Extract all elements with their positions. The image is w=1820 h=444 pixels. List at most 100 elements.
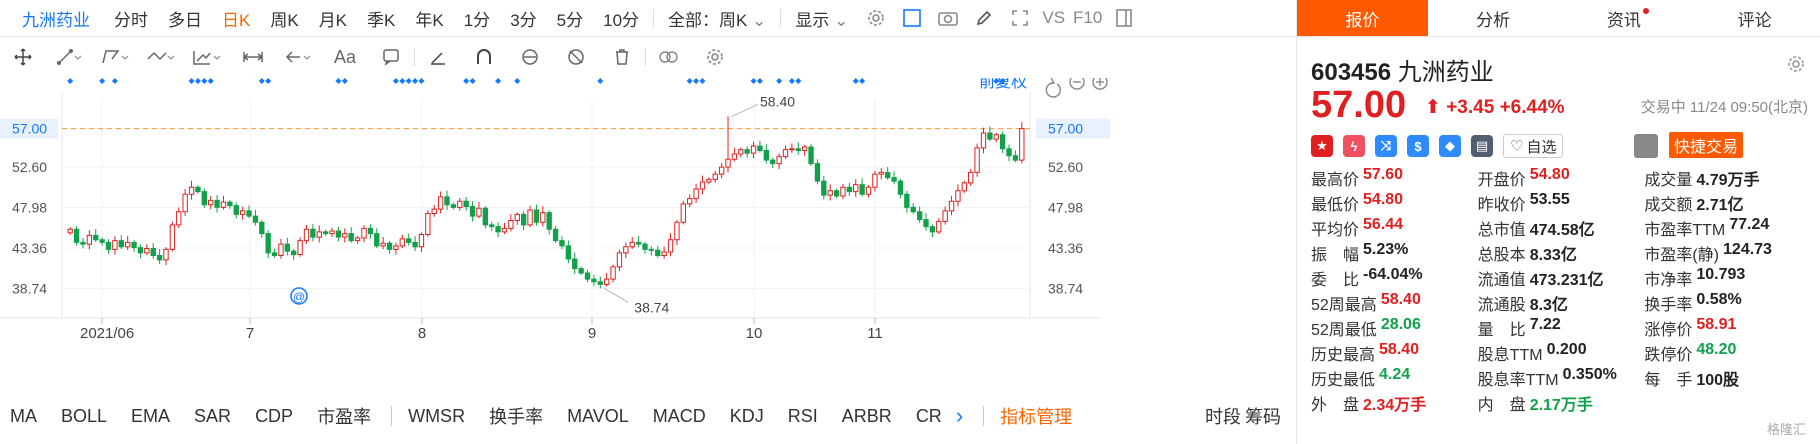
- draw-line-icon[interactable]: [423, 43, 453, 71]
- tab-duori[interactable]: 多日: [158, 6, 212, 31]
- vs-button[interactable]: VS: [1038, 8, 1069, 28]
- ind-wmsr[interactable]: WMSR: [408, 406, 465, 427]
- sidebar-toggle-icon[interactable]: [1110, 4, 1138, 32]
- bell-icon[interactable]: [1634, 134, 1658, 158]
- stat-cell: 流通值 473.231亿: [1478, 266, 1645, 290]
- month-label: 11: [867, 325, 883, 342]
- candle-body: [1012, 155, 1019, 161]
- ind-mavol[interactable]: MAVOL: [567, 406, 629, 427]
- candle-body: [540, 212, 546, 223]
- zoom-out-icon[interactable]: [1069, 74, 1085, 90]
- chart-canvas[interactable]: 前复权 2021/06 7 8 9 10 1138.74 38.7443.36 43.3647…: [0, 73, 1295, 394]
- badge-row: ★ ϟ ⤨ $ ◆ ▤ ♡ 自选: [1311, 134, 1564, 158]
- candle-body: [667, 239, 674, 253]
- crosshair-move-icon[interactable]: [8, 43, 38, 71]
- candle-body: [73, 228, 80, 243]
- drawing-settings-icon[interactable]: [700, 43, 730, 71]
- candle-body: [552, 228, 559, 242]
- candle-body: [968, 171, 974, 184]
- ind-sar[interactable]: SAR: [194, 406, 231, 427]
- stat-cell: 量 比 7.22: [1478, 316, 1645, 340]
- candle-body: [597, 281, 603, 285]
- range-tool-icon[interactable]: [238, 43, 268, 71]
- tab-comments[interactable]: 评论: [1689, 0, 1820, 36]
- tab-news[interactable]: 资讯: [1559, 0, 1690, 36]
- ind-rsi[interactable]: RSI: [788, 406, 818, 427]
- tab-rik[interactable]: 日K: [212, 6, 260, 31]
- stat-value: 7.22: [1529, 315, 1561, 333]
- candle-body: [227, 201, 233, 207]
- price-change: ⬆ +3.45 +6.44%: [1425, 96, 1565, 119]
- candle-body: [259, 221, 265, 235]
- candle-body: [572, 258, 578, 270]
- tab-zhouk[interactable]: 周K: [260, 6, 308, 31]
- dollar-icon: $: [1407, 135, 1429, 157]
- chips-button[interactable]: 筹码: [1245, 403, 1281, 429]
- stat-value: 77.24: [1729, 215, 1770, 233]
- line-tool-icon[interactable]: [54, 43, 84, 71]
- tab-1min[interactable]: 1分: [454, 6, 500, 31]
- tab-3min[interactable]: 3分: [500, 6, 546, 31]
- ind-turnover[interactable]: 换手率: [489, 403, 543, 429]
- arrow-left-tool-icon[interactable]: [284, 43, 314, 71]
- fullscreen-icon[interactable]: [1006, 4, 1034, 32]
- event-marker-icon: [514, 78, 521, 84]
- tab-5min[interactable]: 5分: [547, 6, 593, 31]
- settings-gear-icon[interactable]: [862, 4, 890, 32]
- display-menu[interactable]: 显示 ⌄: [785, 6, 858, 31]
- add-watchlist-button[interactable]: ♡ 自选: [1503, 134, 1564, 158]
- undo-icon[interactable]: [1045, 77, 1062, 98]
- hide-drawings-icon[interactable]: [561, 43, 591, 71]
- ind-boll[interactable]: BOLL: [61, 406, 107, 427]
- watermark-text: 格隆汇: [1766, 422, 1806, 437]
- zoom-in-icon[interactable]: [1092, 74, 1108, 90]
- ind-cr[interactable]: CR: [916, 406, 942, 427]
- stats-row: 外 盘 2.34万手内 盘 2.17万手: [1311, 390, 1811, 415]
- panel-settings-icon[interactable]: [1786, 54, 1806, 79]
- tab-jik[interactable]: 季K: [357, 6, 405, 31]
- ind-pe[interactable]: 市盈率: [317, 403, 371, 429]
- tab-fenshi[interactable]: 分时: [104, 6, 158, 31]
- camera-icon[interactable]: [934, 4, 962, 32]
- ind-kdj[interactable]: KDJ: [730, 406, 764, 427]
- candle-body: [648, 248, 655, 251]
- magnet-icon[interactable]: [469, 43, 499, 71]
- more-indicators-arrow-icon[interactable]: ›: [956, 403, 963, 429]
- ind-ma[interactable]: MA: [10, 406, 37, 427]
- trash-icon[interactable]: [607, 43, 637, 71]
- compare-icon[interactable]: [654, 43, 684, 71]
- tab-quote[interactable]: 报价: [1297, 0, 1428, 36]
- pencil-icon[interactable]: [970, 4, 998, 32]
- wave-tool-icon[interactable]: [146, 43, 176, 71]
- polyline-tool-icon[interactable]: [100, 43, 130, 71]
- candle-body: [687, 198, 693, 205]
- lock-toggle-icon[interactable]: [515, 43, 545, 71]
- candle-body: [118, 240, 124, 248]
- stock-name-link[interactable]: 九洲药业: [0, 6, 104, 31]
- ind-cdp[interactable]: CDP: [255, 406, 293, 427]
- checkbox-square-icon[interactable]: [898, 4, 926, 32]
- candle-body: [233, 205, 239, 215]
- indicator-manage-button[interactable]: 指标管理: [1000, 403, 1072, 429]
- candle-body: [559, 240, 565, 247]
- text-tool-icon[interactable]: Aa: [330, 43, 360, 71]
- ind-ema[interactable]: EMA: [131, 406, 170, 427]
- tab-10min[interactable]: 10分: [593, 6, 649, 31]
- ind-macd[interactable]: MACD: [653, 406, 706, 427]
- session-button[interactable]: 时段: [1205, 403, 1241, 429]
- candle-body: [821, 180, 827, 196]
- candle-body: [156, 255, 163, 261]
- comment-tool-icon[interactable]: [376, 43, 406, 71]
- stat-value: 4.24: [1379, 365, 1411, 383]
- measure-tool-icon[interactable]: [192, 43, 222, 71]
- period-select[interactable]: 全部：周K ⌄: [658, 6, 776, 31]
- quick-trade-button[interactable]: 快捷交易: [1669, 132, 1743, 158]
- tab-niank[interactable]: 年K: [405, 6, 453, 31]
- ind-arbr[interactable]: ARBR: [842, 406, 892, 427]
- candlestick-chart[interactable]: 前复权 2021/06 7 8 9 10 11 38.74 38.74 43.36 43.36 47…: [0, 73, 1295, 394]
- candle-body: [374, 233, 380, 247]
- candle-body: [584, 272, 591, 280]
- tab-yuek[interactable]: 月K: [309, 6, 357, 31]
- tab-analysis[interactable]: 分析: [1428, 0, 1559, 36]
- f10-button[interactable]: F10: [1069, 8, 1106, 28]
